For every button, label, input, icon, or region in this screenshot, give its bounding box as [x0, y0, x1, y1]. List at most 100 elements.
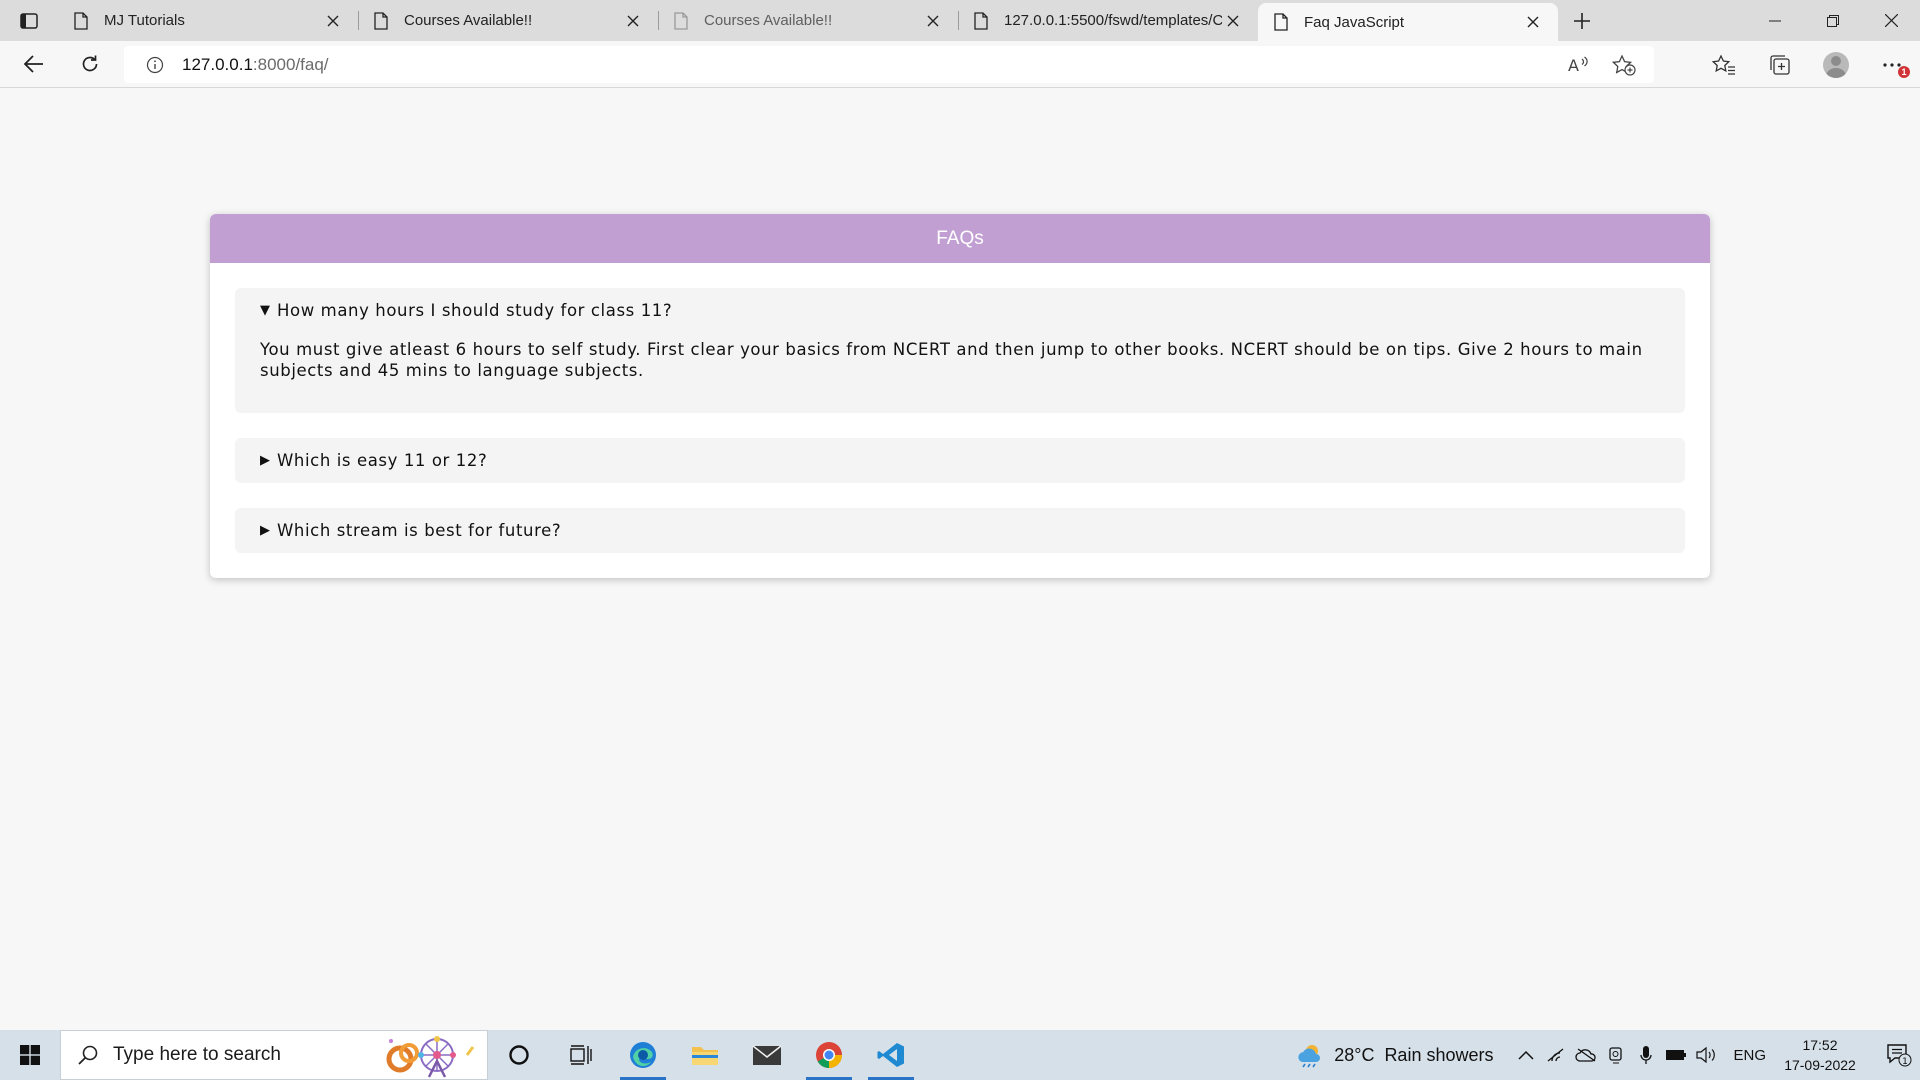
browser-tab[interactable]: MJ Tutorials	[58, 0, 358, 41]
read-aloud-icon[interactable]: A	[1568, 55, 1590, 75]
favorites-button[interactable]	[1696, 41, 1752, 88]
vscode-icon	[877, 1043, 904, 1067]
action-center-button[interactable]: 1	[1878, 1030, 1920, 1080]
close-tab-button[interactable]	[322, 10, 344, 32]
cortana-button[interactable]	[488, 1030, 550, 1080]
back-button[interactable]	[13, 46, 55, 82]
add-favorite-icon[interactable]	[1612, 53, 1636, 76]
network-button[interactable]	[1541, 1030, 1571, 1080]
taskbar-mail[interactable]	[736, 1030, 798, 1080]
rain-cloud-icon	[1298, 1045, 1321, 1068]
weather-widget[interactable]: 28°C Rain showers	[1296, 1042, 1493, 1068]
taskbar-search-input[interactable]: Type here to search	[60, 1030, 488, 1080]
tab-title: 127.0.0.1:5500/fswd/templates/C	[1004, 12, 1222, 29]
restore-icon	[1827, 14, 1839, 27]
search-icon	[78, 1045, 98, 1065]
faq-item: ▼ How many hours I should study for class…	[235, 288, 1685, 413]
close-tab-button[interactable]	[1522, 11, 1544, 33]
close-icon	[1884, 14, 1898, 27]
close-tab-button[interactable]	[622, 10, 644, 32]
settings-more-button[interactable]: 1	[1864, 41, 1920, 88]
clock[interactable]: 17:52 17-09-2022	[1780, 1035, 1860, 1075]
windows-taskbar: Type here to search 28°C Rain showers EN…	[0, 1030, 1920, 1080]
url-path: :8000/faq/	[252, 54, 329, 74]
volume-button[interactable]	[1691, 1030, 1721, 1080]
faq-card: FAQs ▼ How many hours I should study for …	[210, 214, 1710, 578]
microphone-button[interactable]	[1631, 1030, 1661, 1080]
windows-logo-icon	[20, 1045, 40, 1065]
cloud-icon	[1575, 1048, 1597, 1062]
taskbar-vscode[interactable]	[860, 1030, 922, 1080]
task-view-button[interactable]	[550, 1030, 612, 1080]
speaker-icon	[1696, 1046, 1716, 1064]
refresh-button[interactable]	[69, 46, 111, 82]
tab-title: Faq JavaScript	[1304, 13, 1405, 31]
close-icon	[927, 15, 939, 26]
url-host: 127.0.0.1	[182, 54, 253, 74]
microphone-icon	[1640, 1046, 1653, 1064]
faq-question: How many hours I should study for class …	[277, 301, 673, 320]
cortana-circle-icon	[509, 1045, 529, 1065]
weather-condition: Rain showers	[1384, 1044, 1494, 1065]
tab-actions-icon	[20, 12, 38, 29]
chevron-up-icon	[1518, 1050, 1535, 1060]
faq-answer: You must give atleast 6 hours to self st…	[260, 340, 1643, 380]
meet-now-button[interactable]	[1601, 1030, 1631, 1080]
update-badge: 1	[1898, 66, 1910, 78]
folder-icon	[692, 1047, 718, 1065]
input-language-indicator[interactable]: ENG	[1733, 1047, 1766, 1064]
start-button[interactable]	[0, 1030, 60, 1080]
faq-question: Which is easy 11 or 12?	[277, 451, 488, 470]
favorites-icon	[1712, 53, 1735, 75]
browser-tab[interactable]: 127.0.0.1:5500/fswd/templates/C	[958, 0, 1258, 41]
chrome-browser-icon	[816, 1042, 843, 1069]
show-hidden-icons-button[interactable]	[1511, 1030, 1541, 1080]
tab-actions-button[interactable]	[0, 0, 58, 41]
avatar	[1823, 51, 1849, 78]
tab-title: Courses Available!!	[404, 12, 533, 29]
browser-tab[interactable]: Courses Available!!	[658, 0, 958, 41]
svg-text:A: A	[1568, 56, 1579, 75]
new-tab-button[interactable]	[1558, 0, 1606, 41]
faq-question-toggle[interactable]: ▶ Which stream is best for future?	[260, 522, 1660, 539]
taskbar-chrome[interactable]	[798, 1030, 860, 1080]
minimize-icon	[1769, 20, 1781, 21]
page-icon	[674, 11, 690, 30]
wifi-icon	[1548, 1048, 1564, 1062]
page-icon	[1274, 13, 1290, 31]
faq-item: ▶ Which is easy 11 or 12?	[235, 438, 1685, 483]
faq-header: FAQs	[210, 214, 1710, 263]
faq-question-toggle[interactable]: ▶ Which is easy 11 or 12?	[260, 452, 1660, 469]
edge-browser-icon	[630, 1042, 656, 1068]
back-arrow-icon	[24, 55, 43, 73]
browser-tab[interactable]: Courses Available!!	[358, 0, 658, 41]
battery-button[interactable]	[1661, 1030, 1691, 1080]
close-window-button[interactable]	[1862, 0, 1920, 41]
notification-icon: 1	[1887, 1044, 1912, 1067]
plus-icon	[1574, 12, 1590, 29]
triangle-down-icon: ▼	[260, 303, 271, 318]
faq-question-toggle[interactable]: ▼ How many hours I should study for class…	[260, 302, 1660, 319]
onedrive-button[interactable]	[1571, 1030, 1601, 1080]
site-info-icon[interactable]	[146, 56, 164, 74]
camera-icon	[1609, 1047, 1623, 1064]
close-tab-button[interactable]	[1222, 10, 1244, 32]
minimize-button[interactable]	[1746, 0, 1804, 41]
faq-question: Which stream is best for future?	[277, 521, 562, 540]
close-icon	[627, 15, 639, 26]
profile-button[interactable]	[1808, 41, 1864, 88]
page-icon	[74, 11, 90, 30]
search-placeholder: Type here to search	[113, 1044, 281, 1065]
restore-button[interactable]	[1804, 0, 1862, 41]
taskbar-file-explorer[interactable]	[674, 1030, 736, 1080]
close-icon	[1227, 15, 1239, 26]
close-tab-button[interactable]	[922, 10, 944, 32]
url-input[interactable]: 127.0.0.1:8000/faq/ A	[124, 46, 1654, 83]
page-icon	[374, 11, 390, 30]
browser-tab[interactable]: Faq JavaScript	[1258, 3, 1558, 41]
taskbar-edge[interactable]	[612, 1030, 674, 1080]
clock-date: 17-09-2022	[1784, 1057, 1856, 1073]
system-tray: 28°C Rain showers ENG 17:52 17-09-2022 1	[1296, 1030, 1920, 1080]
collections-button[interactable]	[1752, 41, 1808, 88]
collections-icon	[1770, 54, 1790, 75]
